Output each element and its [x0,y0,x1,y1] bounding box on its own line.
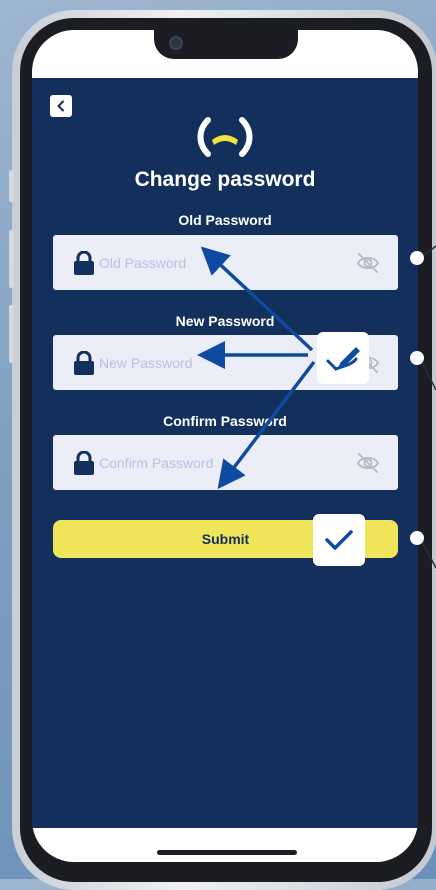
old-password-field[interactable] [53,235,398,290]
confirm-badge [313,514,365,566]
annotation-dot [410,351,424,365]
annotation-dot [410,531,424,545]
phone-side-button [9,170,14,202]
new-password-input[interactable] [99,335,339,390]
edit-badge [317,332,369,384]
confirm-password-input[interactable] [99,435,339,490]
confirm-password-label: Confirm Password [163,413,287,429]
eye-slash-icon[interactable] [356,452,380,474]
page-title: Change password [134,168,316,191]
lock-icon [74,251,94,275]
chevron-left-icon [57,100,64,112]
new-password-label: New Password [175,313,275,329]
home-indicator [157,850,297,855]
eye-slash-icon[interactable] [356,252,380,274]
checkmark-icon [325,530,353,550]
annotation-dot [410,251,424,265]
old-password-input[interactable] [99,235,339,290]
lock-icon [74,351,94,375]
phone-side-button [9,230,14,288]
old-password-label: Old Password [178,212,272,228]
phone-side-button [9,305,14,363]
brand-logo [197,117,253,157]
pen-check-icon [326,347,360,371]
confirm-password-field[interactable] [53,435,398,490]
camera-icon [169,36,183,50]
lock-icon [74,451,94,475]
back-button[interactable] [50,95,72,117]
